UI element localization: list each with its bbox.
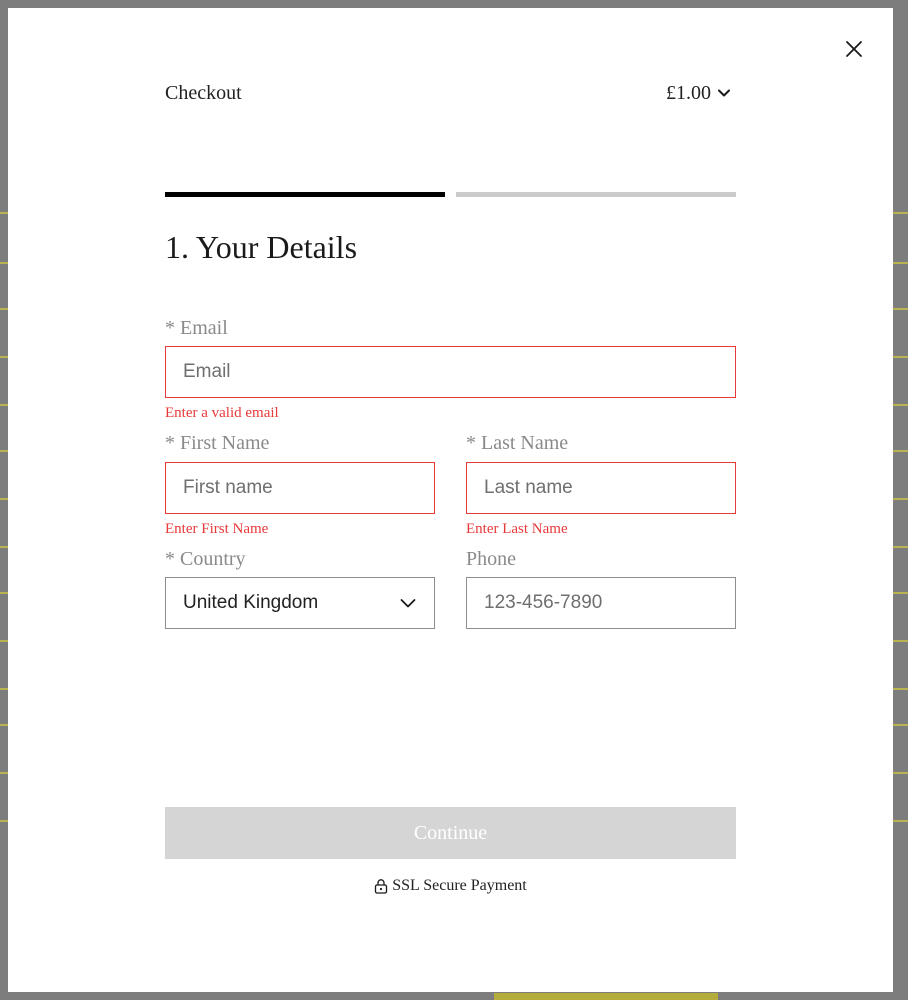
background-divider (0, 498, 8, 500)
step-title: 1. Your Details (165, 229, 358, 265)
background-divider (0, 592, 8, 594)
progress-step-payment (456, 192, 736, 197)
email-input[interactable] (165, 346, 736, 398)
background-divider (893, 592, 908, 594)
first-name-label: * First Name (165, 432, 270, 454)
background-divider (0, 640, 8, 642)
order-total: £1.00 (666, 82, 711, 104)
background-divider (0, 724, 8, 726)
background-divider (0, 262, 8, 264)
background-divider (893, 356, 908, 358)
lock-icon (375, 879, 388, 894)
page-title: Checkout (165, 82, 242, 104)
phone-input[interactable] (466, 577, 736, 629)
country-select[interactable]: United Kingdom (165, 577, 435, 629)
last-name-input[interactable] (466, 462, 736, 514)
background-divider (0, 356, 8, 358)
country-label: * Country (165, 548, 246, 570)
background-divider (0, 404, 8, 406)
checkout-modal: Checkout £1.00 1. Your Details * Email E… (8, 8, 893, 992)
email-label: * Email (165, 317, 228, 339)
country-value: United Kingdom (183, 592, 319, 613)
background-divider (893, 404, 908, 406)
close-icon (846, 41, 862, 57)
continue-button[interactable]: Continue (165, 807, 736, 859)
background-divider (893, 688, 908, 690)
background-divider (893, 450, 908, 452)
first-name-input[interactable] (165, 462, 435, 514)
last-name-label: * Last Name (466, 432, 569, 454)
phone-label: Phone (466, 548, 516, 570)
background-divider (893, 772, 908, 774)
background-divider (893, 724, 908, 726)
background-divider (893, 640, 908, 642)
background-divider (893, 262, 908, 264)
background-divider (0, 308, 8, 310)
background-divider (0, 450, 8, 452)
first-name-error: Enter First Name (165, 521, 269, 537)
progress-step-details (165, 192, 445, 197)
background-divider (893, 212, 908, 214)
chevron-down-icon (400, 599, 416, 608)
chevron-down-icon (718, 89, 730, 97)
background-divider (893, 546, 908, 548)
last-name-error: Enter Last Name (466, 521, 568, 537)
ssl-notice: SSL Secure Payment (8, 876, 893, 896)
background-divider (893, 820, 908, 822)
background-divider (893, 498, 908, 500)
email-error: Enter a valid email (165, 405, 279, 421)
background-divider (0, 772, 8, 774)
background-divider (0, 546, 8, 548)
order-summary-toggle[interactable]: £1.00 (666, 80, 731, 106)
background-divider (0, 212, 8, 214)
background-button (494, 993, 718, 1000)
background-divider (0, 820, 8, 822)
background-divider (893, 308, 908, 310)
close-button[interactable] (842, 37, 866, 61)
background-divider (0, 688, 8, 690)
ssl-label: SSL Secure Payment (392, 877, 527, 894)
